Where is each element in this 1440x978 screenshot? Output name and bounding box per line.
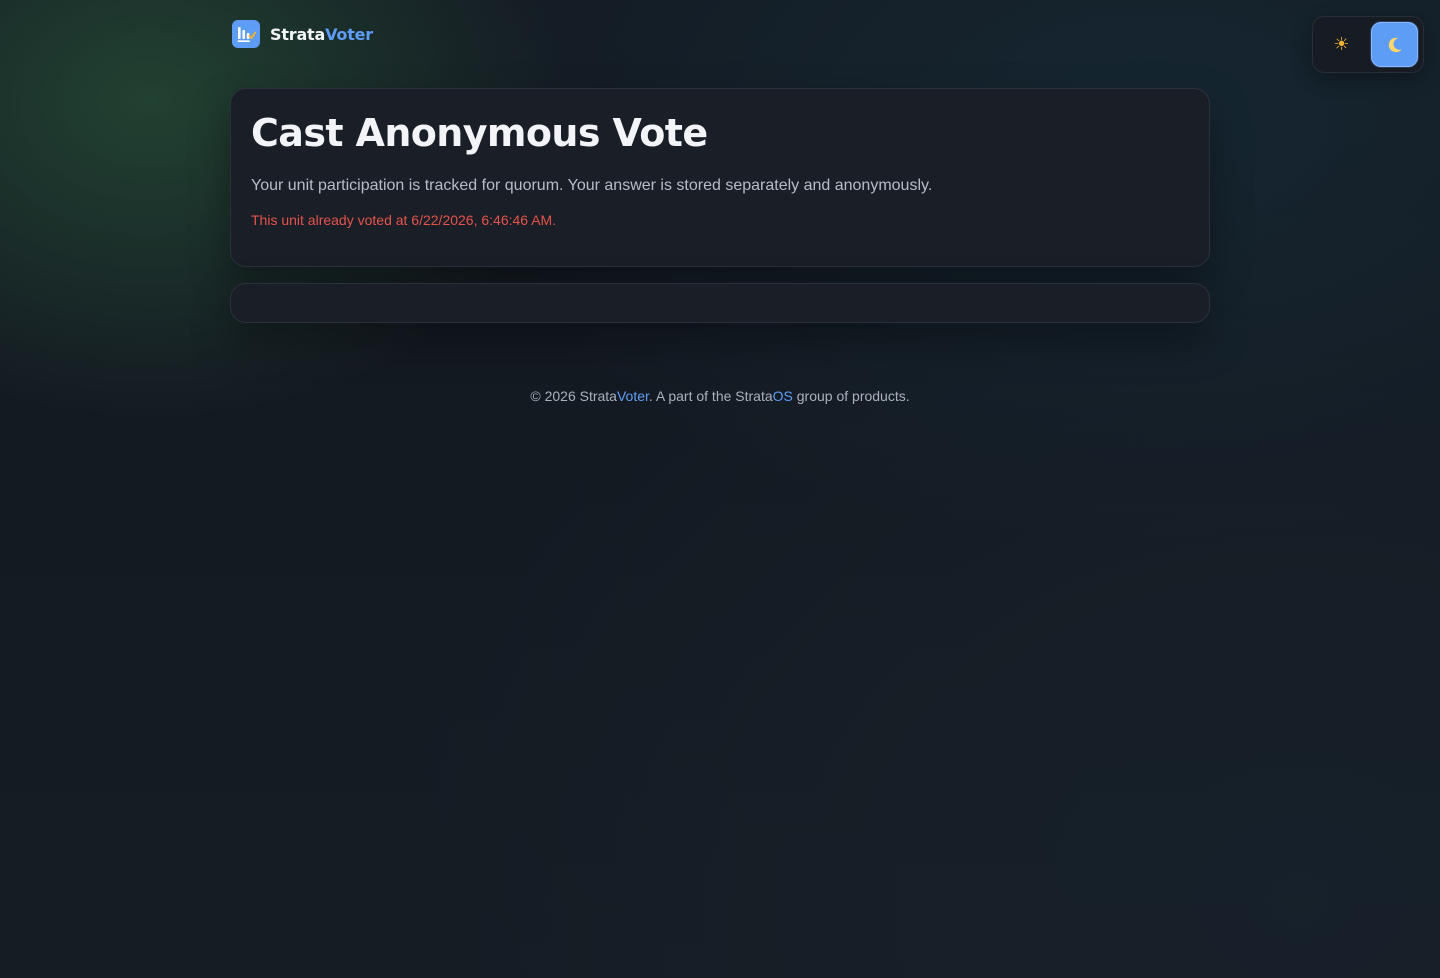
brand-name-strata: Strata [270,24,326,44]
footer-group-accent: OS [772,388,793,404]
brand-logo-link[interactable]: StrataVoter [232,20,373,48]
bar-chart-check-icon [232,20,260,48]
theme-toggle: ☀ [1312,16,1424,73]
vote-content-card [230,283,1210,323]
page-description: Your unit participation is tracked for q… [251,177,933,194]
sun-icon: ☀ [1333,34,1350,54]
page-title: Cast Anonymous Vote [251,111,708,155]
footer-brand-accent: Voter [616,388,649,404]
footer-suffix-text: group of products. [792,388,910,404]
footer-copyright: © 2026 Strata [530,388,617,404]
moon-icon [1388,37,1402,52]
dark-theme-button[interactable] [1371,22,1418,67]
footer-middle-text: . A part of the Strata [648,388,773,404]
brand-name-voter: Voter [325,24,374,44]
light-theme-button[interactable]: ☀ [1318,22,1365,67]
brand-name: StrataVoter [270,25,373,44]
vote-card: Cast Anonymous Vote Your unit participat… [230,88,1210,267]
footer: © 2026 StrataVoter. A part of the Strata… [0,386,1440,406]
already-voted-message: This unit already voted at 6/22/2026, 6:… [251,212,557,228]
